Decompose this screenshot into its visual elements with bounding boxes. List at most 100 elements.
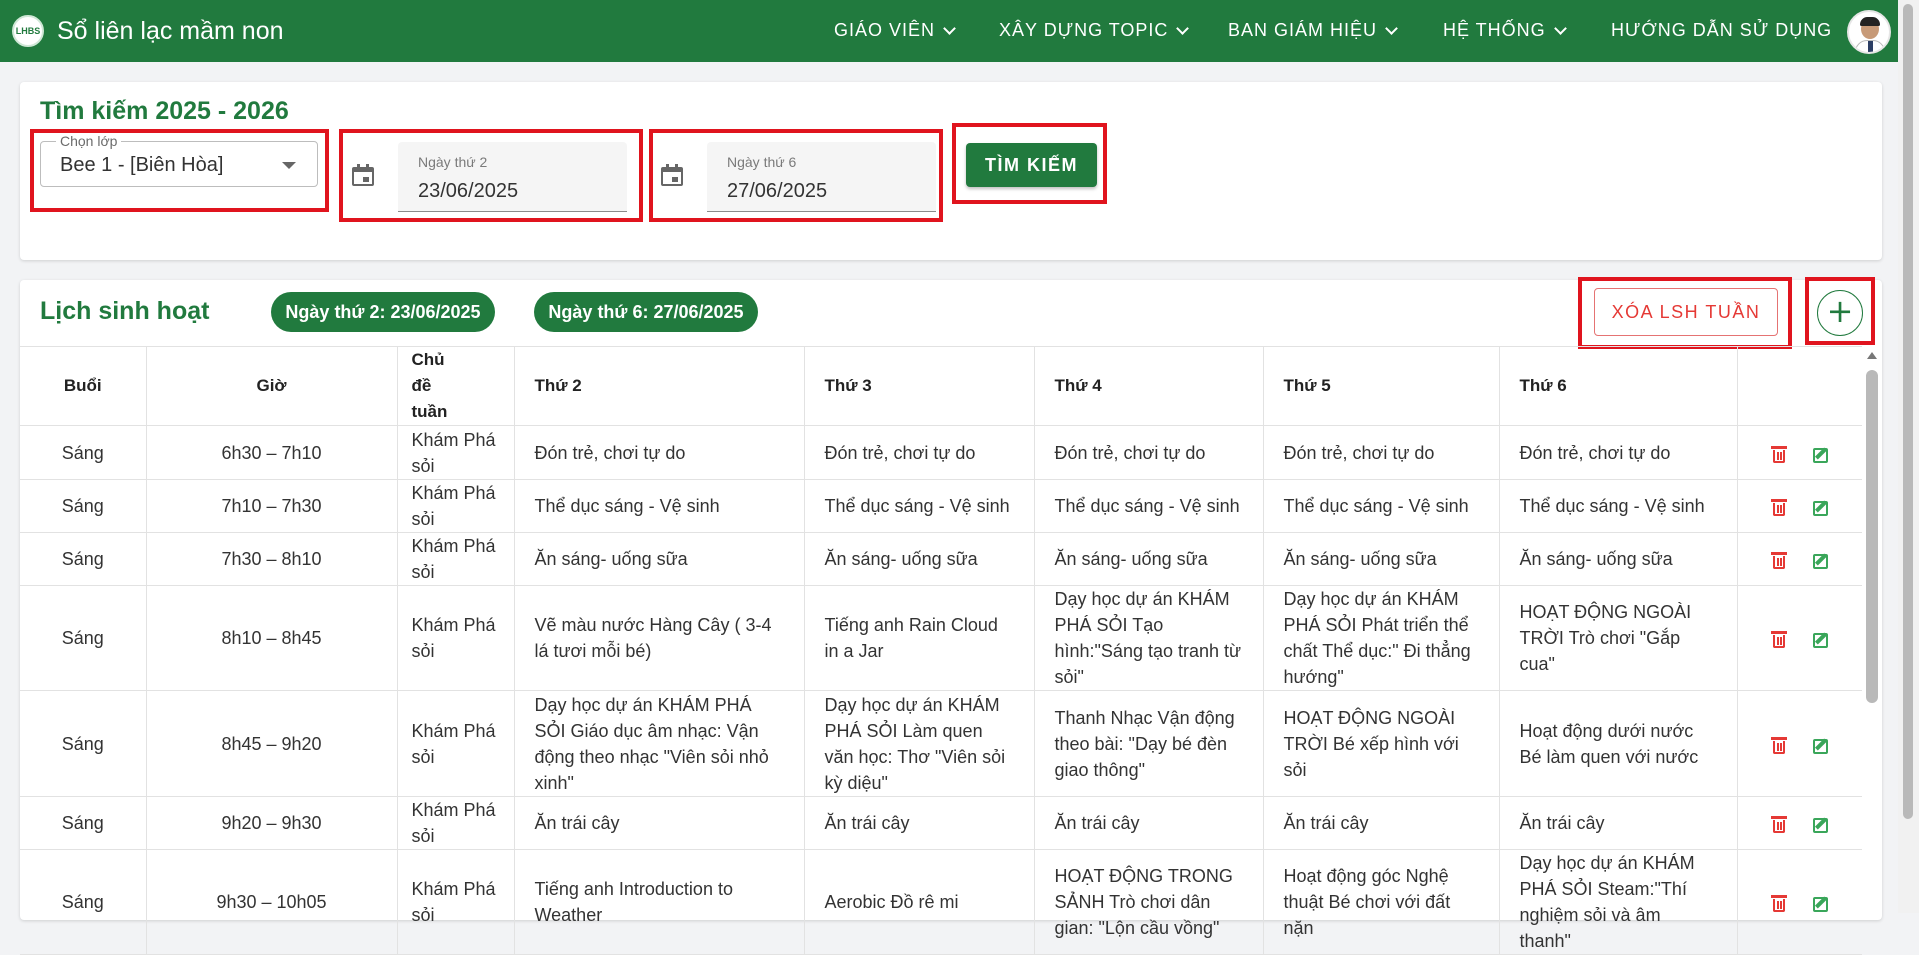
cell-topic: Khám Phá sỏi (397, 585, 515, 691)
logo-text: LHBS (15, 26, 41, 36)
cell-friday: Dạy học dự án KHÁM PHÁ SỎI Steam:"Thí ng… (1499, 849, 1738, 955)
cell-monday: Thể dục sáng - Vệ sinh (514, 479, 805, 533)
trash-icon[interactable] (1770, 445, 1788, 463)
cell-tuesday: Dạy học dự án KHÁM PHÁ SỎI Làm quen văn … (804, 690, 1035, 797)
nav-he-thong[interactable]: HỆ THỐNG (1443, 20, 1567, 41)
cell-wednesday: HOẠT ĐỘNG TRONG SẢNH Trò chơi dân gian: … (1034, 849, 1264, 955)
logo-icon[interactable]: LHBS (12, 15, 44, 47)
cell-thursday: HOẠT ĐỘNG NGOÀI TRỜI Bé xếp hình với sỏi (1263, 690, 1500, 797)
nav-label: HỆ THỐNG (1443, 20, 1546, 40)
col-header-topic[interactable]: Chủ đề tuần (397, 346, 515, 426)
cell-monday: Ăn trái cây (514, 796, 805, 850)
cell-topic: Khám Phá sỏi (397, 532, 515, 586)
trash-icon-bar (1776, 901, 1779, 910)
trash-icon[interactable] (1770, 815, 1788, 834)
trash-icon-lid (1770, 895, 1787, 899)
page-scrollbar[interactable] (1898, 0, 1919, 913)
col-header-monday[interactable]: Thứ 2 (514, 346, 805, 426)
cell-friday: Hoạt động dưới nước Bé làm quen với nước (1499, 690, 1738, 797)
trash-icon[interactable] (1770, 551, 1788, 570)
cell-tuesday: Đón trẻ, chơi tự do (804, 425, 1035, 480)
cell-monday: Ăn sáng- uống sữa (514, 532, 805, 586)
edit-icon[interactable] (1812, 551, 1830, 570)
col-header-wednesday[interactable]: Thứ 4 (1034, 346, 1264, 426)
cell-time: 7h10 – 7h30 (146, 479, 398, 533)
trash-icon-bar (1776, 637, 1779, 646)
col-header-session[interactable]: Buổi (20, 346, 147, 426)
trash-icon-lid (1770, 816, 1787, 820)
nav-ban-giam-hieu[interactable]: BAN GIÁM HIỆU (1228, 20, 1398, 41)
cell-wednesday: Thanh Nhạc Vận động theo bài: "Dạy bé đè… (1034, 690, 1264, 797)
chevron-down-icon (1553, 21, 1567, 35)
friday-chip: Ngày thứ 6: 27/06/2025 (534, 292, 758, 332)
cell-session: Sáng (20, 479, 147, 533)
col-header-time[interactable]: Giờ (146, 346, 398, 426)
col-header-actions (1737, 346, 1862, 426)
schedule-table: Buổi Giờ Chủ đề tuần Thứ 2 Thứ 3 Thứ 4 T… (20, 346, 1862, 955)
trash-icon-bar (1776, 558, 1779, 567)
cell-time: 7h30 – 8h10 (146, 532, 398, 586)
trash-icon-can (1772, 899, 1785, 913)
nav-giao-vien[interactable]: GIÁO VIÊN (834, 20, 956, 41)
table-scrollbar-thumb[interactable] (1866, 370, 1878, 703)
trash-icon-bar (1779, 451, 1782, 460)
trash-icon[interactable] (1770, 894, 1788, 913)
nav-xay-dung-topic[interactable]: XÂY DỰNG TOPIC (999, 20, 1190, 41)
page-scrollbar-thumb[interactable] (1903, 4, 1913, 819)
trash-icon[interactable] (1770, 630, 1788, 649)
edit-icon[interactable] (1812, 445, 1830, 463)
highlight-box (339, 129, 643, 222)
trash-icon-bar (1779, 505, 1782, 514)
cell-topic: Khám Phá sỏi (397, 690, 515, 797)
cell-thursday: Hoạt động góc Nghệ thuật Bé chơi với đất… (1263, 849, 1500, 955)
chevron-down-icon (943, 21, 956, 35)
cell-monday: Dạy học dự án KHÁM PHÁ SỎI Giáo dục âm n… (514, 690, 805, 797)
cell-tuesday: Tiếng anh Rain Cloud in a Jar (804, 585, 1035, 691)
cell-session: Sáng (20, 425, 147, 480)
trash-icon-bar (1776, 822, 1779, 831)
cell-actions (1737, 585, 1862, 691)
trash-icon-can (1772, 635, 1785, 649)
cell-session: Sáng (20, 849, 147, 955)
trash-icon-lid (1770, 445, 1787, 449)
highlight-box (30, 129, 329, 212)
edit-icon[interactable] (1812, 815, 1830, 834)
edit-icon[interactable] (1812, 498, 1830, 517)
nav-label: HƯỚNG DẪN SỬ DỤNG (1611, 20, 1833, 40)
app-title[interactable]: Sổ liên lạc mầm non (57, 17, 284, 46)
col-header-tuesday[interactable]: Thứ 3 (804, 346, 1035, 426)
col-header-friday[interactable]: Thứ 6 (1499, 346, 1738, 426)
trash-icon[interactable] (1770, 736, 1788, 754)
cell-friday: HOẠT ĐỘNG NGOÀI TRỜI Trò chơi "Gắp cua" (1499, 585, 1738, 691)
table-row: Sáng 7h10 – 7h30 Khám Phá sỏi Thể dục sáng … (20, 479, 1862, 533)
edit-icon[interactable] (1812, 630, 1830, 649)
cell-friday: Thể dục sáng - Vệ sinh (1499, 479, 1738, 533)
table-scroll-up-icon[interactable] (1867, 352, 1877, 359)
trash-icon-can (1772, 503, 1785, 517)
cell-thursday: Ăn trái cây (1263, 796, 1500, 850)
cell-topic: Khám Phá sỏi (397, 425, 515, 480)
table-row: Sáng 9h20 – 9h30 Khám Phá sỏi Ăn trái cây Ăn… (20, 796, 1862, 850)
edit-icon[interactable] (1812, 736, 1830, 754)
chevron-down-icon (1385, 21, 1398, 35)
nav-label: BAN GIÁM HIỆU (1228, 20, 1378, 40)
cell-time: 8h45 – 9h20 (146, 690, 398, 797)
cell-tuesday: Aerobic Đồ rê mi (804, 849, 1035, 955)
cell-actions (1737, 796, 1862, 850)
col-header-thursday[interactable]: Thứ 5 (1263, 346, 1500, 426)
trash-icon-can (1772, 820, 1785, 834)
trash-icon-lid (1770, 736, 1787, 740)
edit-icon[interactable] (1812, 894, 1830, 913)
table-row: Sáng 6h30 – 7h10 Khám Phá sỏi Đón trẻ, chơi… (20, 425, 1862, 480)
col-header-topic-text: Chủ đề tuần (411, 350, 448, 421)
nav-huong-dan-su-dung[interactable]: HƯỚNG DẪN SỬ DỤNG (1611, 20, 1832, 41)
trash-icon[interactable] (1770, 498, 1788, 517)
table-row: Sáng 8h45 – 9h20 Khám Phá sỏi Dạy học dự án… (20, 690, 1862, 797)
trash-icon-bar (1776, 505, 1779, 514)
avatar[interactable] (1847, 10, 1891, 54)
search-title: Tìm kiếm 2025 - 2026 (40, 97, 289, 125)
cell-actions (1737, 849, 1862, 955)
highlight-box (952, 123, 1107, 204)
cell-time: 9h30 – 10h05 (146, 849, 398, 955)
cell-wednesday: Dạy học dự án KHÁM PHÁ SỎI Tạo hình:"Sán… (1034, 585, 1264, 691)
